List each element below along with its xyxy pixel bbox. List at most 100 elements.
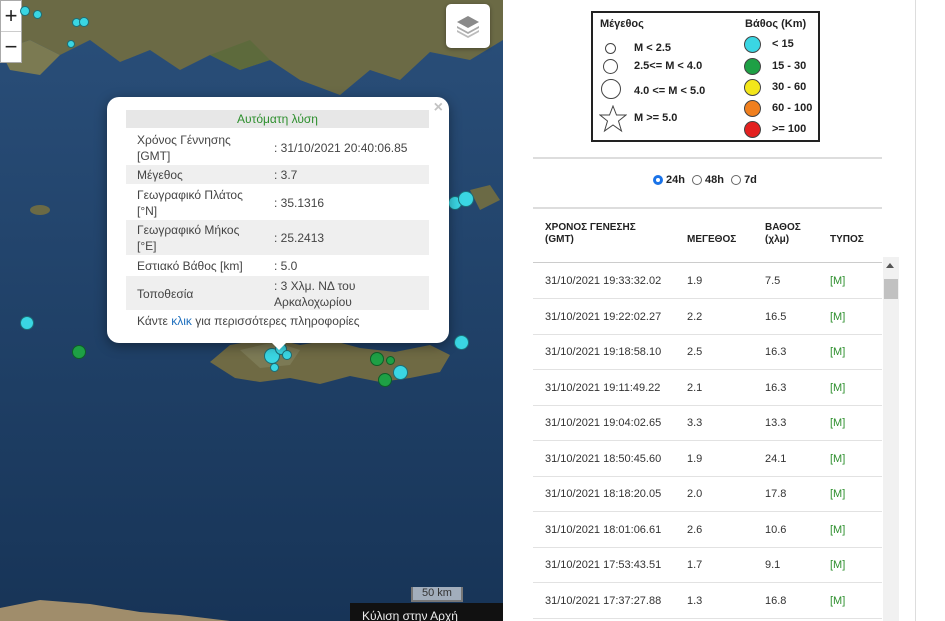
- table-cell-mag: 2.1: [687, 381, 703, 394]
- popup-key: Μέγεθος: [137, 168, 183, 182]
- popup-title: Αυτόματη λύση: [126, 110, 429, 128]
- table-cell-depth: 16.5: [765, 310, 787, 323]
- table-cell-time[interactable]: 31/10/2021 19:18:58.10: [545, 346, 661, 358]
- depth-swatch-green: [744, 58, 761, 75]
- radio-24h[interactable]: [653, 175, 663, 186]
- depth-label: 60 - 100: [772, 102, 813, 114]
- depth-swatch-yellow: [744, 79, 761, 96]
- quake-marker[interactable]: [458, 191, 474, 207]
- divider: [533, 157, 882, 159]
- quake-marker[interactable]: [270, 363, 279, 372]
- table-row-divider: [533, 404, 882, 406]
- popup-value: : 3 Χλμ. ΝΔ του Αρκαλοχωρίου: [274, 279, 356, 309]
- popup-key: Εστιακό Βάθος [km]: [137, 259, 243, 273]
- zoom-out-button[interactable]: −: [1, 31, 21, 62]
- radio-7d[interactable]: [731, 175, 742, 186]
- depth-label: 30 - 60: [772, 81, 807, 93]
- popup-value: : 25.2413: [274, 231, 325, 245]
- radio-label: 48h: [705, 174, 724, 187]
- table-row-divider: [533, 440, 882, 441]
- magnitude-label: M >= 5.0: [634, 112, 678, 124]
- table-cell-depth: 16.8: [765, 594, 787, 607]
- popup-tip: [269, 340, 289, 350]
- magnitude-large-icon: [601, 79, 621, 99]
- radio-48h[interactable]: [692, 175, 703, 186]
- table-cell-time[interactable]: 31/10/2021 19:11:49.22: [545, 382, 660, 394]
- popup-value: : 31/10/2021 20:40:06.85: [274, 141, 408, 155]
- quake-marker[interactable]: [386, 356, 395, 365]
- table-cell-type: [M]: [830, 594, 846, 607]
- quake-marker[interactable]: [282, 350, 292, 360]
- magnitude-label: 4.0 <= M < 5.0: [634, 85, 706, 97]
- more-info-link[interactable]: κλικ: [171, 314, 192, 328]
- popup-value: : 35.1316: [274, 196, 325, 210]
- table-cell-mag: 2.0: [687, 488, 703, 500]
- popup-key: Χρόνος Γέννησης [GMT]: [137, 133, 231, 163]
- table-cell-depth: 24.1: [765, 452, 787, 465]
- depth-legend-title: Βάθος (Km): [745, 18, 807, 30]
- table-cell-time[interactable]: 31/10/2021 18:50:45.60: [545, 453, 661, 465]
- table-row-divider: [533, 475, 882, 477]
- quake-marker[interactable]: [20, 316, 34, 330]
- divider: [533, 207, 882, 209]
- quake-marker[interactable]: [454, 335, 469, 350]
- quake-marker[interactable]: [79, 17, 89, 27]
- depth-swatch-orange: [744, 100, 761, 117]
- magnitude-label: M < 2.5: [634, 42, 671, 54]
- table-cell-type: [M]: [830, 381, 846, 394]
- quake-marker[interactable]: [33, 10, 42, 19]
- table-cell-time[interactable]: 31/10/2021 19:04:02.65: [545, 417, 661, 429]
- scroll-up-icon[interactable]: [886, 263, 894, 268]
- table-cell-time[interactable]: 31/10/2021 19:22:02.27: [545, 311, 661, 323]
- quake-marker[interactable]: [72, 345, 86, 359]
- table-header-line: [533, 262, 882, 263]
- popup-row: Μέγεθος : 3.7: [126, 165, 429, 184]
- popup-row: Χρόνος Γέννησης [GMT] : 31/10/2021 20:40…: [126, 130, 429, 164]
- header-type[interactable]: ΤΥΠΟΣ: [830, 234, 864, 246]
- scroll-to-top-button[interactable]: Κύλιση στην Αρχή: [350, 603, 503, 621]
- quake-marker[interactable]: [378, 373, 392, 387]
- table-cell-type: [M]: [830, 275, 846, 287]
- depth-label: >= 100: [772, 123, 807, 135]
- radio-label: 7d: [744, 174, 757, 187]
- table-cell-time[interactable]: 31/10/2021 19:33:32.02: [545, 275, 661, 287]
- table-cell-mag: 1.7: [687, 559, 703, 571]
- map-scale: 50 km: [411, 587, 463, 602]
- layers-icon: [457, 16, 479, 38]
- quake-marker[interactable]: [393, 365, 408, 380]
- table-cell-depth: 16.3: [765, 381, 787, 394]
- header-depth[interactable]: ΒΑΘΟΣ (χλμ): [765, 222, 801, 246]
- table-cell-time[interactable]: 31/10/2021 18:18:20.05: [545, 488, 661, 500]
- popup-row: Γεωγραφικό Μήκος [°E] : 25.2413: [126, 220, 429, 255]
- table-cell-time[interactable]: 31/10/2021 18:01:06.61: [545, 524, 661, 536]
- scrollbar[interactable]: [883, 257, 899, 621]
- close-icon[interactable]: ×: [434, 99, 443, 117]
- quake-marker[interactable]: [20, 6, 30, 16]
- magnitude-small-icon: [605, 43, 616, 54]
- quake-marker[interactable]: [67, 40, 75, 48]
- header-magnitude[interactable]: ΜΕΓΕΘΟΣ: [687, 234, 736, 246]
- table-cell-depth: 16.3: [765, 346, 787, 358]
- header-time[interactable]: ΧΡΟΝΟΣ ΓΕΝΕΣΗΣ (GMT): [545, 222, 636, 246]
- table-cell-mag: 3.3: [687, 417, 703, 429]
- table-cell-type: [M]: [830, 310, 846, 323]
- magnitude-medium-icon: [603, 59, 618, 74]
- popup-value: : 3.7: [274, 168, 298, 182]
- table-cell-time[interactable]: 31/10/2021 17:53:43.51: [545, 559, 661, 571]
- table-cell-type: [M]: [830, 523, 846, 536]
- legend: Μέγεθος Βάθος (Km) M < 2.5 2.5<= M < 4.0…: [591, 11, 820, 142]
- magnitude-label: 2.5<= M < 4.0: [634, 60, 703, 72]
- popup-key: Γεωγραφικό Μήκος [°E]: [137, 223, 240, 253]
- time-filter: 24h 48h 7d: [653, 174, 757, 186]
- layers-button[interactable]: [446, 4, 490, 48]
- magnitude-legend-title: Μέγεθος: [600, 18, 644, 30]
- quake-marker[interactable]: [370, 352, 384, 366]
- map-view[interactable]: + − × Αυτόματη λύση Χρόνος Γέννησης [GMT…: [0, 0, 503, 621]
- table-cell-time[interactable]: 31/10/2021 17:37:27.88: [545, 595, 661, 607]
- table-cell-mag: 2.2: [687, 310, 703, 323]
- star-icon: [599, 105, 627, 133]
- zoom-in-button[interactable]: +: [1, 1, 21, 31]
- popup-row: Τοποθεσία : 3 Χλμ. ΝΔ του Αρκαλοχωρίου: [126, 276, 429, 310]
- scrollbar-thumb[interactable]: [884, 279, 898, 299]
- table-cell-depth: 17.8: [765, 488, 787, 500]
